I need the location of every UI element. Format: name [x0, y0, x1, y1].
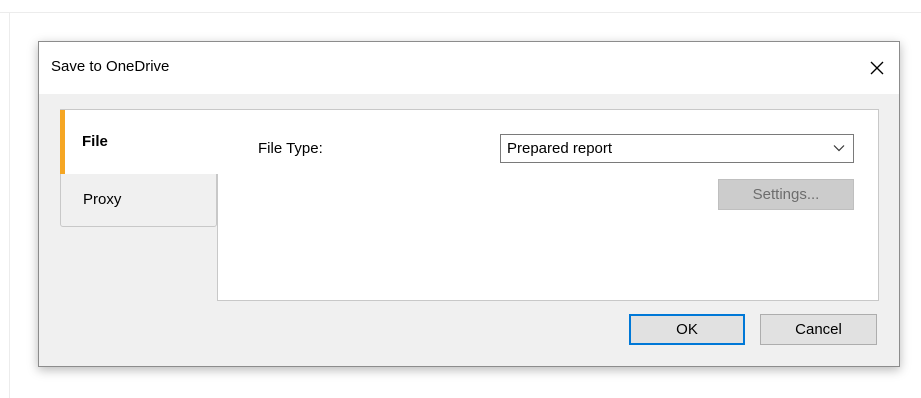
save-to-onedrive-dialog: Save to OneDrive File Proxy File Type: P… — [38, 41, 900, 367]
settings-button[interactable]: Settings... — [718, 179, 854, 210]
file-type-select[interactable]: Prepared report — [500, 134, 854, 163]
tab-proxy[interactable]: Proxy — [60, 173, 217, 227]
cancel-button[interactable]: Cancel — [760, 314, 877, 345]
chevron-down-icon — [833, 145, 845, 152]
ok-button[interactable]: OK — [629, 314, 745, 345]
tab-proxy-label: Proxy — [83, 191, 122, 208]
close-icon — [870, 61, 884, 75]
tab-file[interactable]: File — [60, 109, 218, 174]
file-settings-panel: File Type: Prepared report Settings... — [217, 109, 879, 301]
page-frame-left — [9, 12, 10, 398]
file-type-value: Prepared report — [507, 140, 613, 157]
tab-file-label: File — [82, 133, 108, 150]
dialog-title: Save to OneDrive — [51, 58, 170, 75]
dialog-titlebar: Save to OneDrive — [39, 42, 899, 94]
page-frame-top — [0, 12, 921, 13]
file-type-label: File Type: — [258, 140, 323, 157]
tab-selected-accent — [60, 110, 65, 174]
close-button[interactable] — [855, 42, 899, 94]
